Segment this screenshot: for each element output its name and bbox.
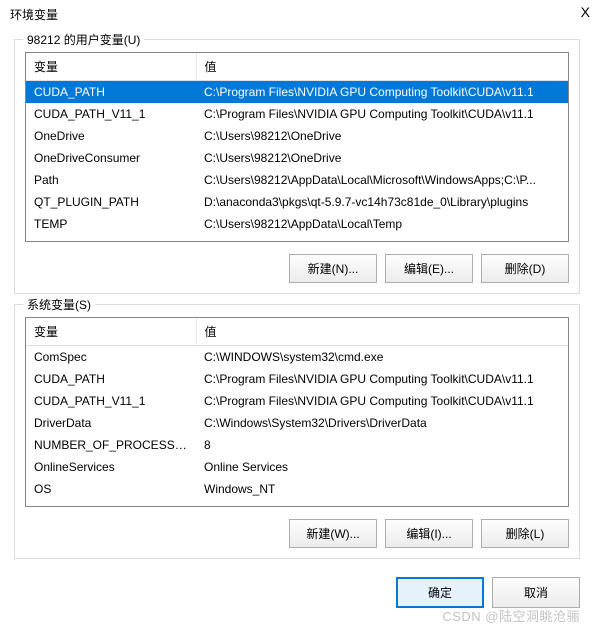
user-variables-table: 变量 值 CUDA_PATHC:\Program Files\NVIDIA GP… (26, 53, 568, 235)
close-icon[interactable]: X (581, 4, 590, 20)
var-name-cell: QT_PLUGIN_PATH (26, 191, 196, 213)
sys-col-value[interactable]: 值 (196, 318, 568, 346)
var-value-cell: C:\Windows\System32\Drivers\DriverData (196, 412, 568, 434)
var-value-cell: C:\Users\98212\OneDrive (196, 125, 568, 147)
var-name-cell: OnlineServices (26, 456, 196, 478)
table-row[interactable]: ComSpecC:\WINDOWS\system32\cmd.exe (26, 346, 568, 369)
table-row[interactable]: QT_PLUGIN_PATHD:\anaconda3\pkgs\qt-5.9.7… (26, 191, 568, 213)
var-value-cell: Windows_NT (196, 478, 568, 500)
user-edit-button[interactable]: 编辑(E)... (385, 254, 473, 283)
var-name-cell: CUDA_PATH (26, 368, 196, 390)
system-variables-table-wrap[interactable]: 变量 值 ComSpecC:\WINDOWS\system32\cmd.exeC… (25, 317, 569, 507)
var-value-cell: C:\Program Files\NVIDIA GPU Computing To… (196, 368, 568, 390)
var-name-cell: DriverData (26, 412, 196, 434)
var-value-cell: C:\Program Files\NVIDIA GPU Computing To… (196, 81, 568, 104)
var-value-cell: C:\Users\98212\OneDrive (196, 147, 568, 169)
var-value-cell: 8 (196, 434, 568, 456)
var-name-cell: OneDriveConsumer (26, 147, 196, 169)
table-row[interactable]: CUDA_PATHC:\Program Files\NVIDIA GPU Com… (26, 81, 568, 104)
var-value-cell: Online Services (196, 456, 568, 478)
user-variables-group: 98212 的用户变量(U) 变量 值 CUDA_PATHC:\Program … (14, 39, 580, 294)
table-row[interactable]: TEMPC:\Users\98212\AppData\Local\Temp (26, 213, 568, 235)
user-variables-label: 98212 的用户变量(U) (23, 31, 144, 48)
table-row[interactable]: CUDA_PATH_V11_1C:\Program Files\NVIDIA G… (26, 390, 568, 412)
table-row[interactable]: OneDriveC:\Users\98212\OneDrive (26, 125, 568, 147)
system-delete-button[interactable]: 删除(L) (481, 519, 569, 548)
system-variables-label: 系统变量(S) (23, 296, 95, 313)
cancel-button[interactable]: 取消 (492, 577, 580, 608)
var-value-cell: C:\Program Files\NVIDIA GPU Computing To… (196, 103, 568, 125)
var-value-cell: D:\anaconda3\pkgs\qt-5.9.7-vc14h73c81de_… (196, 191, 568, 213)
var-name-cell: OneDrive (26, 125, 196, 147)
table-row[interactable]: OSWindows_NT (26, 478, 568, 500)
system-variables-table: 变量 值 ComSpecC:\WINDOWS\system32\cmd.exeC… (26, 318, 568, 500)
table-row[interactable]: NUMBER_OF_PROCESSORS8 (26, 434, 568, 456)
system-new-button[interactable]: 新建(W)... (289, 519, 377, 548)
table-row[interactable]: OneDriveConsumerC:\Users\98212\OneDrive (26, 147, 568, 169)
dialog-footer: 确定 取消 (0, 569, 594, 620)
user-col-value[interactable]: 值 (196, 53, 568, 81)
system-edit-button[interactable]: 编辑(I)... (385, 519, 473, 548)
table-row[interactable]: CUDA_PATHC:\Program Files\NVIDIA GPU Com… (26, 368, 568, 390)
user-buttons: 新建(N)... 编辑(E)... 删除(D) (25, 254, 569, 283)
table-row[interactable]: OnlineServicesOnline Services (26, 456, 568, 478)
var-name-cell: CUDA_PATH (26, 81, 196, 104)
var-name-cell: Path (26, 169, 196, 191)
sys-col-name[interactable]: 变量 (26, 318, 196, 346)
user-delete-button[interactable]: 删除(D) (481, 254, 569, 283)
window-title: 环境变量 (0, 0, 594, 33)
var-name-cell: NUMBER_OF_PROCESSORS (26, 434, 196, 456)
var-name-cell: OS (26, 478, 196, 500)
table-row[interactable]: DriverDataC:\Windows\System32\Drivers\Dr… (26, 412, 568, 434)
table-row[interactable]: PathC:\Users\98212\AppData\Local\Microso… (26, 169, 568, 191)
var-value-cell: C:\Users\98212\AppData\Local\Temp (196, 213, 568, 235)
var-name-cell: CUDA_PATH_V11_1 (26, 390, 196, 412)
var-value-cell: C:\Users\98212\AppData\Local\Microsoft\W… (196, 169, 568, 191)
var-name-cell: TEMP (26, 213, 196, 235)
user-new-button[interactable]: 新建(N)... (289, 254, 377, 283)
user-col-name[interactable]: 变量 (26, 53, 196, 81)
table-row[interactable]: CUDA_PATH_V11_1C:\Program Files\NVIDIA G… (26, 103, 568, 125)
var-name-cell: ComSpec (26, 346, 196, 369)
system-buttons: 新建(W)... 编辑(I)... 删除(L) (25, 519, 569, 548)
var-value-cell: C:\WINDOWS\system32\cmd.exe (196, 346, 568, 369)
system-variables-group: 系统变量(S) 变量 值 ComSpecC:\WINDOWS\system32\… (14, 304, 580, 559)
var-name-cell: CUDA_PATH_V11_1 (26, 103, 196, 125)
var-value-cell: C:\Program Files\NVIDIA GPU Computing To… (196, 390, 568, 412)
user-variables-table-wrap[interactable]: 变量 值 CUDA_PATHC:\Program Files\NVIDIA GP… (25, 52, 569, 242)
ok-button[interactable]: 确定 (396, 577, 484, 608)
